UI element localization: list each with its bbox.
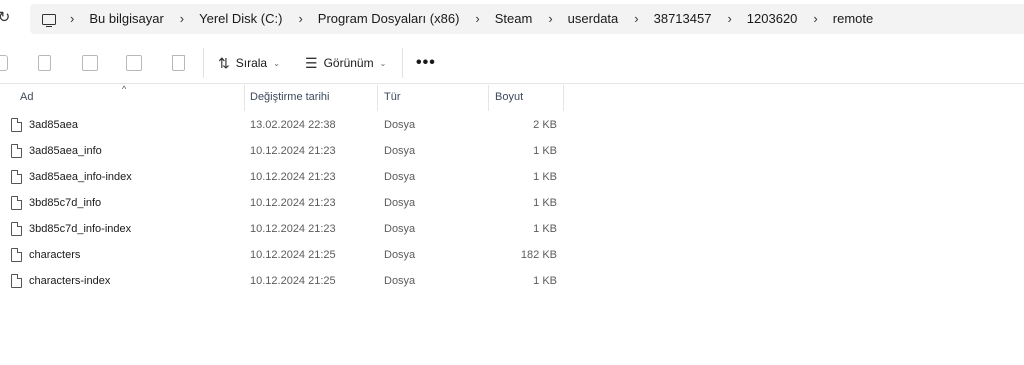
file-icon — [11, 274, 22, 288]
view-label: Görünüm — [323, 56, 374, 70]
more-options-icon[interactable]: ••• — [416, 54, 436, 72]
share-icon[interactable] — [126, 55, 142, 71]
file-date: 10.12.2024 21:25 — [250, 249, 336, 261]
column-header-name[interactable]: Ad — [20, 91, 33, 103]
file-type: Dosya — [384, 197, 416, 209]
breadcrumb-steam[interactable]: Steam — [495, 9, 533, 29]
breadcrumb-userdata[interactable]: userdata — [568, 9, 619, 29]
file-type: Dosya — [384, 249, 416, 261]
file-icon — [11, 222, 22, 236]
breadcrumb-app-id[interactable]: 1203620 — [747, 9, 798, 29]
sort-label: Sırala — [235, 56, 268, 70]
file-name: 3bd85c7d_info — [29, 197, 102, 209]
file-date: 13.02.2024 22:38 — [250, 119, 336, 131]
breadcrumb-local-disk[interactable]: Yerel Disk (C:) — [199, 9, 282, 29]
file-name: 3bd85c7d_info-index — [29, 223, 132, 235]
table-row[interactable]: 3bd85c7d_info 10.12.2024 21:23 Dosya 1 K… — [0, 191, 1024, 217]
toolbar-separator — [402, 48, 403, 78]
view-button[interactable]: ☰ Görünüm ⌄ — [305, 53, 386, 73]
file-type: Dosya — [384, 171, 416, 183]
sort-ascending-icon: ^ — [122, 84, 127, 94]
file-name: 3ad85aea_info-index — [29, 171, 132, 183]
column-header-type[interactable]: Tür — [384, 91, 401, 103]
file-size: 182 KB — [520, 249, 557, 261]
chevron-right-icon[interactable]: › — [475, 9, 479, 29]
file-date: 10.12.2024 21:23 — [250, 171, 336, 183]
file-list: 3ad85aea 13.02.2024 22:38 Dosya 2 KB 3ad… — [0, 113, 1024, 295]
sort-button[interactable]: ⇅ Sırala ⌄ — [218, 53, 280, 73]
file-icon — [11, 248, 22, 262]
file-icon — [11, 196, 22, 210]
cut-icon[interactable] — [0, 55, 8, 71]
file-name: 3ad85aea_info — [29, 145, 102, 157]
command-toolbar: ⇅ Sırala ⌄ ☰ Görünüm ⌄ ••• — [0, 42, 1024, 84]
file-size: 2 KB — [533, 119, 557, 131]
file-size: 1 KB — [533, 171, 557, 183]
column-divider[interactable] — [488, 85, 489, 111]
table-row[interactable]: 3bd85c7d_info-index 10.12.2024 21:23 Dos… — [0, 217, 1024, 243]
file-type: Dosya — [384, 275, 416, 287]
chevron-right-icon[interactable]: › — [180, 9, 184, 29]
chevron-right-icon[interactable]: › — [727, 9, 731, 29]
file-date: 10.12.2024 21:23 — [250, 197, 336, 209]
chevron-down-icon: ⌄ — [379, 58, 387, 68]
toolbar-separator — [203, 48, 204, 78]
column-divider[interactable] — [563, 85, 564, 111]
column-divider[interactable] — [244, 85, 245, 111]
chevron-right-icon[interactable]: › — [298, 9, 302, 29]
column-header-date[interactable]: Değiştirme tarihi — [250, 91, 329, 103]
file-name: 3ad85aea — [29, 119, 78, 131]
column-header-size[interactable]: Boyut — [495, 91, 523, 103]
file-icon — [11, 118, 22, 132]
file-size: 1 KB — [533, 223, 557, 235]
file-icon — [11, 144, 22, 158]
table-row[interactable]: characters-index 10.12.2024 21:25 Dosya … — [0, 269, 1024, 295]
chevron-right-icon[interactable]: › — [70, 9, 74, 29]
view-list-icon: ☰ — [305, 54, 318, 71]
file-size: 1 KB — [533, 145, 557, 157]
refresh-icon[interactable]: ↻ — [0, 8, 12, 28]
file-size: 1 KB — [533, 275, 557, 287]
file-date: 10.12.2024 21:25 — [250, 275, 336, 287]
table-row[interactable]: 3ad85aea_info-index 10.12.2024 21:23 Dos… — [0, 165, 1024, 191]
file-name: characters — [29, 249, 81, 261]
rename-icon[interactable] — [82, 55, 98, 71]
file-type: Dosya — [384, 223, 416, 235]
breadcrumb-this-pc[interactable]: Bu bilgisayar — [89, 9, 163, 29]
file-size: 1 KB — [533, 197, 557, 209]
chevron-right-icon[interactable]: › — [548, 9, 552, 29]
computer-icon — [42, 13, 56, 27]
column-headers: ^ Ad Değiştirme tarihi Tür Boyut — [0, 84, 1024, 111]
chevron-right-icon[interactable]: › — [634, 9, 638, 29]
address-bar-row: ↻ › Bu bilgisayar › Yerel Disk (C:) › Pr… — [0, 0, 1024, 38]
file-date: 10.12.2024 21:23 — [250, 223, 336, 235]
delete-icon[interactable] — [172, 55, 185, 71]
chevron-right-icon[interactable]: › — [813, 9, 817, 29]
file-icon — [11, 170, 22, 184]
file-date: 10.12.2024 21:23 — [250, 145, 336, 157]
column-divider[interactable] — [377, 85, 378, 111]
breadcrumb-user-id[interactable]: 38713457 — [654, 9, 712, 29]
table-row[interactable]: characters 10.12.2024 21:25 Dosya 182 KB — [0, 243, 1024, 269]
table-row[interactable]: 3ad85aea_info 10.12.2024 21:23 Dosya 1 K… — [0, 139, 1024, 165]
file-type: Dosya — [384, 145, 416, 157]
breadcrumb-remote[interactable]: remote — [833, 9, 873, 29]
breadcrumb: › Bu bilgisayar › Yerel Disk (C:) › Prog… — [42, 9, 889, 29]
copy-icon[interactable] — [38, 55, 51, 71]
breadcrumb-program-files[interactable]: Program Dosyaları (x86) — [318, 9, 460, 29]
chevron-down-icon: ⌄ — [273, 58, 280, 68]
table-row[interactable]: 3ad85aea 13.02.2024 22:38 Dosya 2 KB — [0, 113, 1024, 139]
file-name: characters-index — [29, 275, 111, 287]
file-type: Dosya — [384, 119, 416, 131]
sort-icon: ⇅ — [218, 54, 230, 71]
